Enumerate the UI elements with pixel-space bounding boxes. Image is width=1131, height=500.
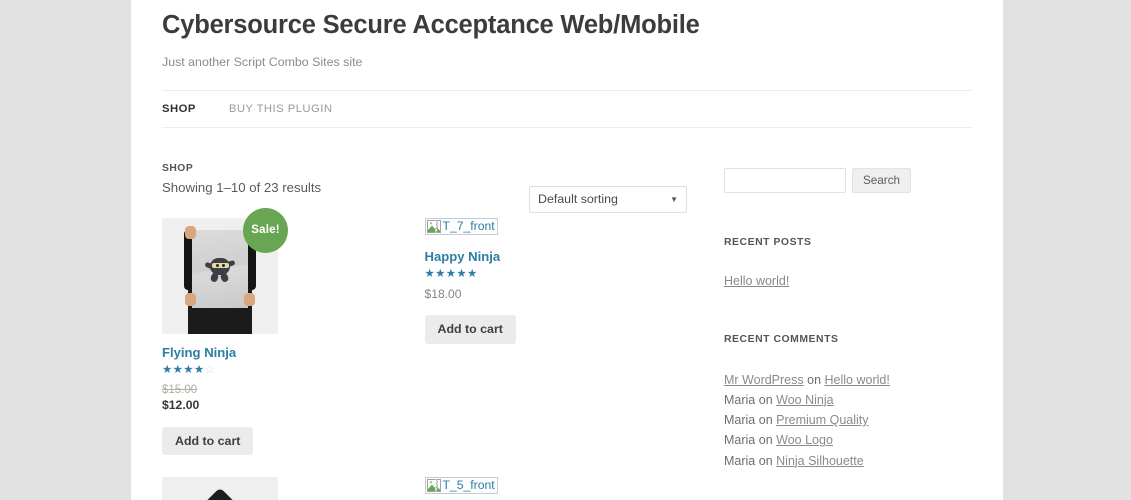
site-content-area: Cybersource Secure Acceptance Web/Mobile…: [131, 0, 1003, 500]
comment-author: Maria: [724, 393, 755, 407]
product-grid: Sale!Flying Ninja★★★★☆$15.00$12.00Add to…: [162, 210, 687, 500]
star-filled-icon: ★: [425, 268, 436, 280]
comment-on-label: on: [759, 393, 773, 407]
star-filled-icon: ★: [446, 268, 457, 280]
product-price: $18.00: [425, 287, 462, 301]
shop-header: SHOP Showing 1–10 of 23 results Default …: [162, 163, 687, 210]
product-illustration-hoodie: [162, 477, 278, 500]
comment-author: Maria: [724, 413, 755, 427]
sidebar: Search RECENT POSTS Hello world! RECENT …: [724, 163, 969, 500]
shop-main-column: SHOP Showing 1–10 of 23 results Default …: [162, 163, 687, 500]
product-card: T_7_frontHappy Ninja★★★★★$18.00Add to ca…: [425, 218, 688, 477]
star-filled-icon: ★: [467, 268, 478, 280]
recent-comments-list: Mr WordPress on Hello world!Maria on Woo…: [724, 347, 969, 471]
primary-navigation: SHOP BUY THIS PLUGIN: [162, 90, 972, 128]
recent-comment-item: Maria on Woo Ninja: [724, 390, 969, 410]
recent-comments-widget: RECENT COMMENTS Mr WordPress on Hello wo…: [724, 290, 969, 471]
star-filled-icon: ★: [194, 364, 205, 376]
recent-posts-title: RECENT POSTS: [724, 237, 969, 249]
broken-image-alt-text: T_7_front: [443, 220, 495, 232]
comment-author: Maria: [724, 433, 755, 447]
add-to-cart-button[interactable]: Add to cart: [425, 315, 516, 343]
star-filled-icon: ★: [162, 364, 173, 376]
comment-on-label: on: [759, 413, 773, 427]
product-rating: ★★★★☆: [162, 361, 405, 378]
recent-post-link[interactable]: Hello world!: [724, 274, 789, 288]
star-filled-icon: ★: [456, 268, 467, 280]
recent-comment-item: Maria on Premium Quality: [724, 410, 969, 430]
star-filled-icon: ★: [173, 364, 184, 376]
star-filled-icon: ★: [435, 268, 446, 280]
recent-comment-item: Mr WordPress on Hello world!: [724, 370, 969, 390]
comment-post-link[interactable]: Woo Ninja: [776, 393, 833, 407]
broken-image-icon: [427, 479, 441, 492]
result-count: Showing 1–10 of 23 results: [162, 175, 321, 196]
nav-item-shop[interactable]: SHOP: [162, 103, 196, 115]
product-price-regular: $15.00: [162, 383, 405, 398]
site-header: Cybersource Secure Acceptance Web/Mobile…: [162, 0, 972, 70]
product-price-sale: $12.00: [162, 398, 405, 414]
comment-post-link[interactable]: Ninja Silhouette: [776, 454, 864, 468]
broken-product-image[interactable]: T_7_front: [425, 218, 498, 235]
recent-post-item: Hello world!: [724, 272, 969, 290]
search-input[interactable]: [724, 168, 846, 193]
comment-author[interactable]: Mr WordPress: [724, 373, 804, 387]
product-image[interactable]: [162, 477, 278, 500]
sale-badge: Sale!: [243, 208, 288, 253]
recent-comments-title: RECENT COMMENTS: [724, 334, 969, 346]
product-card: Happy Ninja★★★☆☆$35.00Add to cart: [162, 477, 425, 500]
page-title: SHOP: [162, 163, 321, 175]
comment-post-link[interactable]: Hello world!: [825, 373, 890, 387]
recent-posts-list: Hello world!: [724, 249, 969, 290]
chevron-down-icon: ▼: [670, 195, 678, 204]
star-empty-icon: ☆: [205, 364, 216, 376]
nav-item-buy-this-plugin[interactable]: BUY THIS PLUGIN: [229, 103, 333, 115]
product-title[interactable]: Flying Ninja: [162, 334, 405, 361]
search-button[interactable]: Search: [852, 168, 911, 193]
comment-author: Maria: [724, 454, 755, 468]
recent-posts-widget: RECENT POSTS Hello world!: [724, 193, 969, 290]
sorting-select-value: Default sorting: [538, 192, 618, 206]
broken-image-alt-text: T_5_front: [443, 479, 495, 491]
product-price-block: $15.00$12.00: [162, 378, 405, 414]
search-widget: Search: [724, 163, 969, 193]
product-title[interactable]: Happy Ninja: [425, 238, 668, 265]
site-title: Cybersource Secure Acceptance Web/Mobile: [162, 4, 972, 41]
recent-comment-item: Maria on Woo Logo: [724, 430, 969, 450]
product-price-block: $18.00: [425, 282, 668, 303]
product-rating: ★★★★★: [425, 265, 668, 282]
site-description: Just another Script Combo Sites site: [162, 41, 972, 70]
star-filled-icon: ★: [183, 364, 194, 376]
comment-on-label: on: [807, 373, 821, 387]
broken-image-icon: [427, 220, 441, 233]
product-card: T_5_frontNinja Silhouette★★★★★$20.00Add …: [425, 477, 688, 500]
comment-on-label: on: [759, 454, 773, 468]
broken-product-image[interactable]: T_5_front: [425, 477, 498, 494]
recent-comment-item: Maria on Ninja Silhouette: [724, 451, 969, 471]
comment-post-link[interactable]: Woo Logo: [776, 433, 833, 447]
product-card: Sale!Flying Ninja★★★★☆$15.00$12.00Add to…: [162, 218, 425, 477]
comment-post-link[interactable]: Premium Quality: [776, 413, 868, 427]
add-to-cart-button[interactable]: Add to cart: [162, 427, 253, 455]
comment-on-label: on: [759, 433, 773, 447]
sorting-select[interactable]: Default sorting ▼: [529, 186, 687, 213]
